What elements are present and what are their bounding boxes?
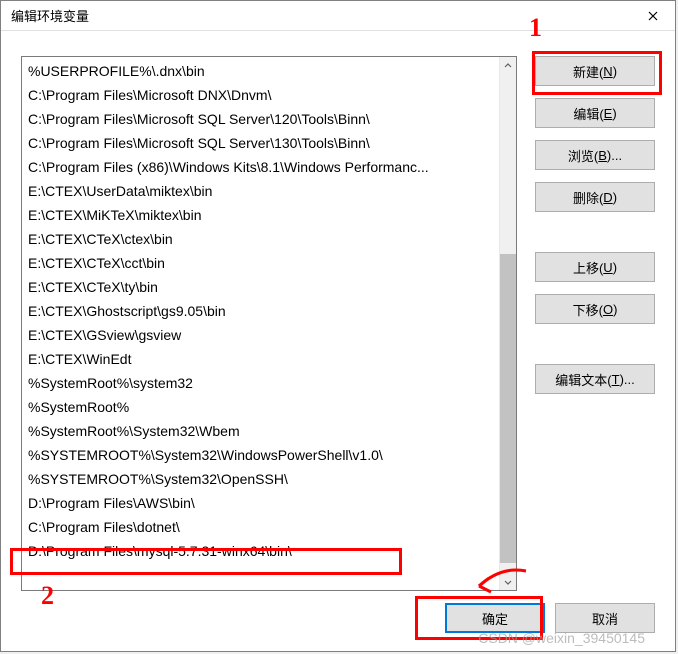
list-item[interactable]: C:\Program Files\dotnet\ [22, 515, 499, 539]
path-listbox[interactable]: %USERPROFILE%\.dnx\binC:\Program Files\M… [21, 56, 517, 591]
list-item[interactable]: E:\CTEX\CTeX\ctex\bin [22, 227, 499, 251]
list-item[interactable]: E:\CTEX\GSview\gsview [22, 323, 499, 347]
bottom-buttons: 确定 取消 [445, 603, 655, 633]
browse-button[interactable]: 浏览(B)... [535, 140, 655, 170]
edit-button[interactable]: 编辑(E) [535, 98, 655, 128]
list-item[interactable]: E:\CTEX\CTeX\cct\bin [22, 251, 499, 275]
list-item[interactable]: %USERPROFILE%\.dnx\bin [22, 59, 499, 83]
close-icon [648, 11, 658, 21]
list-item[interactable]: C:\Program Files (x86)\Windows Kits\8.1\… [22, 155, 499, 179]
edittext-button[interactable]: 编辑文本(T)... [535, 364, 655, 394]
scroll-down-button[interactable] [500, 573, 516, 590]
list-item[interactable]: C:\Program Files\Microsoft SQL Server\13… [22, 131, 499, 155]
scroll-track[interactable] [500, 74, 516, 573]
list-item[interactable]: %SystemRoot% [22, 395, 499, 419]
side-buttons: 新建(N) 编辑(E) 浏览(B)... 删除(D) 上移(U) 下移(O) 编… [535, 56, 655, 591]
list-item[interactable]: %SYSTEMROOT%\System32\OpenSSH\ [22, 467, 499, 491]
list-item[interactable]: E:\CTEX\WinEdt [22, 347, 499, 371]
scrollbar[interactable] [499, 57, 516, 590]
new-button[interactable]: 新建(N) [535, 56, 655, 86]
path-list[interactable]: %USERPROFILE%\.dnx\binC:\Program Files\M… [22, 57, 499, 590]
dialog-content: %USERPROFILE%\.dnx\binC:\Program Files\M… [21, 56, 655, 591]
list-item[interactable]: C:\Program Files\Microsoft SQL Server\12… [22, 107, 499, 131]
list-item[interactable]: E:\CTEX\MiKTeX\miktex\bin [22, 203, 499, 227]
chevron-down-icon [504, 578, 512, 586]
ok-button[interactable]: 确定 [445, 603, 545, 633]
list-item[interactable]: D:\Program Files\AWS\bin\ [22, 491, 499, 515]
list-item[interactable]: E:\CTEX\UserData\miktex\bin [22, 179, 499, 203]
list-item[interactable]: %SYSTEMROOT%\System32\WindowsPowerShell\… [22, 443, 499, 467]
list-item[interactable]: C:\Program Files\Microsoft DNX\Dnvm\ [22, 83, 499, 107]
list-item[interactable]: %SystemRoot%\system32 [22, 371, 499, 395]
titlebar: 编辑环境变量 [1, 1, 675, 31]
list-item[interactable]: D:\Program Files\mysql-5.7.31-winx64\bin… [22, 539, 499, 563]
chevron-up-icon [504, 62, 512, 70]
env-var-dialog: 编辑环境变量 %USERPROFILE%\.dnx\binC:\Program … [0, 0, 676, 652]
delete-button[interactable]: 删除(D) [535, 182, 655, 212]
cancel-button[interactable]: 取消 [555, 603, 655, 633]
scroll-up-button[interactable] [500, 57, 516, 74]
list-item[interactable]: %SystemRoot%\System32\Wbem [22, 419, 499, 443]
close-button[interactable] [630, 1, 675, 31]
dialog-title: 编辑环境变量 [11, 6, 89, 25]
list-item[interactable]: E:\CTEX\CTeX\ty\bin [22, 275, 499, 299]
moveup-button[interactable]: 上移(U) [535, 252, 655, 282]
scroll-thumb[interactable] [500, 254, 516, 563]
list-item[interactable]: E:\CTEX\Ghostscript\gs9.05\bin [22, 299, 499, 323]
movedown-button[interactable]: 下移(O) [535, 294, 655, 324]
